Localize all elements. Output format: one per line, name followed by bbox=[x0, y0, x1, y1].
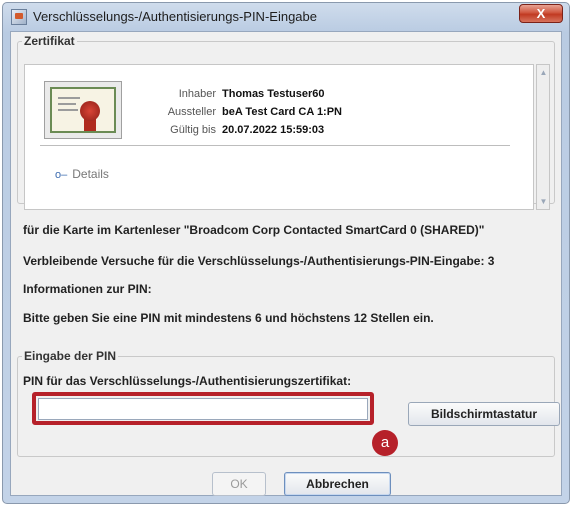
pin-entry-legend: Eingabe der PIN bbox=[24, 349, 117, 363]
annotation-badge: a bbox=[372, 430, 398, 456]
card-reader-text: für die Karte im Kartenleser "Broadcom C… bbox=[23, 223, 485, 237]
java-app-icon bbox=[11, 9, 27, 25]
highlight-frame bbox=[32, 392, 374, 425]
certificate-icon bbox=[44, 81, 122, 139]
title-bar[interactable]: Verschlüsselungs-/Authentisierungs-PIN-E… bbox=[3, 3, 569, 31]
field-value-issuer: beA Test Card CA 1:PN bbox=[222, 106, 343, 118]
remaining-attempts-text: Verbleibende Versuche für die Verschlüss… bbox=[23, 254, 495, 268]
field-label-valid-until: Gültig bis bbox=[170, 124, 216, 136]
pin-prompt-label: PIN für das Verschlüsselungs-/Authentisi… bbox=[23, 374, 352, 388]
details-link[interactable]: o– Details bbox=[55, 167, 109, 181]
field-value-owner: Thomas Testuser60 bbox=[222, 88, 325, 100]
certificate-summary: Inhaber Thomas Testuser60 Aussteller beA… bbox=[40, 79, 510, 146]
close-button[interactable]: X bbox=[519, 4, 563, 23]
ok-button[interactable]: OK bbox=[212, 472, 266, 496]
field-row-owner: Inhaber Thomas Testuser60 bbox=[128, 87, 498, 101]
dialog-content: Zertifikat Inhaber Thomas Testuser60 Aus… bbox=[10, 31, 562, 496]
field-label-issuer: Aussteller bbox=[167, 106, 216, 118]
scroll-down-icon[interactable]: ▼ bbox=[539, 197, 548, 206]
field-label-owner: Inhaber bbox=[178, 88, 216, 100]
field-value-valid-until: 20.07.2022 15:59:03 bbox=[222, 124, 325, 136]
certificate-panel: Inhaber Thomas Testuser60 Aussteller beA… bbox=[24, 64, 534, 210]
key-icon: o– bbox=[55, 169, 68, 181]
onscreen-keyboard-button[interactable]: Bildschirmtastatur bbox=[408, 402, 560, 426]
certificate-legend: Zertifikat bbox=[24, 34, 75, 48]
scroll-up-icon[interactable]: ▲ bbox=[539, 68, 548, 77]
dialog-window: Verschlüsselungs-/Authentisierungs-PIN-E… bbox=[2, 2, 570, 504]
certificate-scrollbar[interactable]: ▲ ▼ bbox=[536, 64, 550, 210]
pin-rule-text: Bitte geben Sie eine PIN mit mindestens … bbox=[23, 311, 434, 325]
certificate-group: Zertifikat Inhaber Thomas Testuser60 Aus… bbox=[17, 34, 555, 210]
cancel-button[interactable]: Abbrechen bbox=[284, 472, 391, 496]
details-label: Details bbox=[72, 167, 109, 181]
window-title: Verschlüsselungs-/Authentisierungs-PIN-E… bbox=[33, 9, 317, 24]
field-row-issuer: Aussteller beA Test Card CA 1:PN bbox=[128, 105, 498, 119]
field-row-valid-until: Gültig bis 20.07.2022 15:59:03 bbox=[128, 123, 498, 137]
pin-info-heading: Informationen zur PIN: bbox=[23, 282, 152, 296]
